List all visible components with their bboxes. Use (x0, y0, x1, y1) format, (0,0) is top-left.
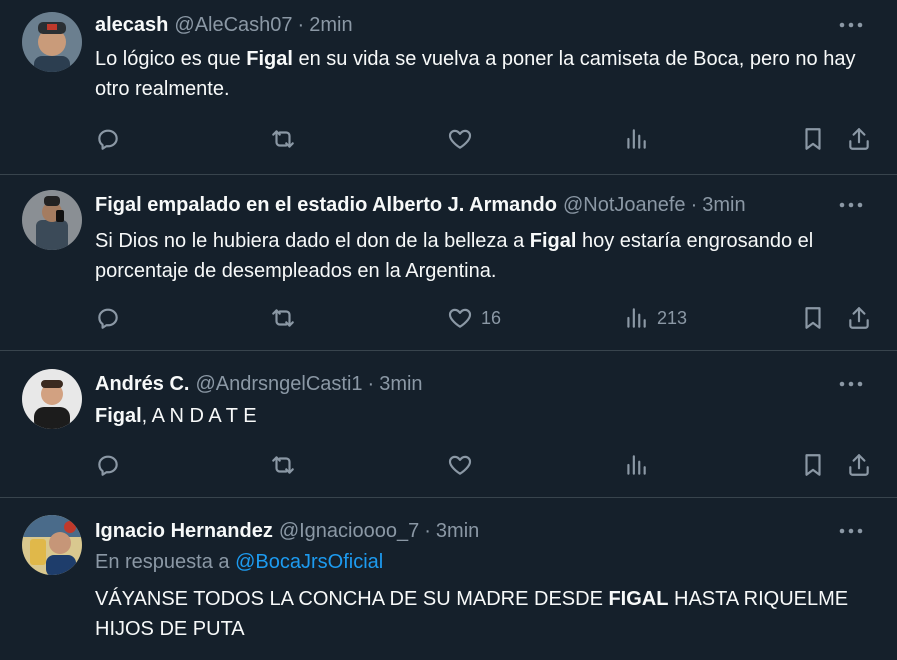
text-segment: Si Dios no le hubiera dado el don de la … (95, 230, 530, 252)
timestamp[interactable]: 3min (436, 518, 479, 544)
bookmark-icon (805, 128, 821, 150)
text-bold: FIGAL (608, 588, 669, 610)
more-options-button[interactable] (831, 371, 871, 397)
reply-to-link[interactable]: @BocaJrsOficial (235, 551, 383, 573)
user-handle[interactable]: @AndrsngelCasti1 (195, 371, 362, 397)
retweet-icon (272, 456, 294, 474)
text-segment: VÁYANSE TODOS LA CONCHA DE SU MADRE DESD… (95, 588, 609, 610)
like-button[interactable]: 16 (447, 305, 501, 331)
more-icon (839, 202, 863, 208)
more-icon (839, 22, 863, 28)
timestamp[interactable]: 2min (309, 12, 352, 38)
share-icon (849, 454, 869, 476)
analytics-icon (627, 129, 646, 149)
text-segment: Lo lógico es que (95, 48, 247, 70)
avatar[interactable] (22, 515, 82, 575)
tweet-header: alecash @AleCash07 · 2min (95, 12, 881, 38)
share-button[interactable] (846, 126, 872, 152)
tweet-header: Figal empalado en el estadio Alberto J. … (95, 192, 881, 218)
tweet[interactable]: alecash @AleCash07 · 2min Lo lógico es q… (0, 0, 897, 175)
tweet-actions (95, 450, 881, 480)
tweet[interactable]: Figal empalado en el estadio Alberto J. … (0, 175, 897, 351)
like-count: 16 (481, 307, 502, 328)
tweet-header: Ignacio Hernandez @Ignacioooo_7 · 3min (95, 518, 881, 544)
bookmark-button[interactable] (800, 305, 826, 331)
separator: · (690, 194, 698, 216)
reply-icon (98, 308, 118, 329)
text-bold: Figal (95, 405, 142, 427)
reply-context: En respuesta a @BocaJrsOficial (95, 548, 881, 576)
separator: · (424, 520, 431, 542)
bookmark-button[interactable] (800, 452, 826, 478)
like-button[interactable] (447, 452, 481, 478)
share-button[interactable] (846, 452, 872, 478)
tweet-text: Lo lógico es que Figal en su vida se vue… (95, 44, 881, 104)
tweet[interactable]: Ignacio Hernandez @Ignacioooo_7 · 3min E… (0, 498, 897, 660)
heart-icon (448, 129, 472, 149)
display-name[interactable]: Figal empalado en el estadio Alberto J. … (95, 192, 557, 218)
bookmark-icon (805, 307, 821, 329)
tweet-text: VÁYANSE TODOS LA CONCHA DE SU MADRE DESD… (95, 584, 881, 644)
more-options-button[interactable] (831, 12, 871, 38)
display-name[interactable]: Andrés C. (95, 371, 189, 397)
views-button[interactable] (623, 452, 657, 478)
bookmark-icon (805, 454, 821, 476)
heart-icon (448, 308, 472, 328)
reply-icon (98, 129, 118, 150)
reply-icon (98, 455, 118, 476)
share-icon (849, 128, 869, 150)
tweet-actions: 16 213 (95, 303, 881, 333)
timestamp[interactable]: 3min (379, 371, 422, 397)
user-handle[interactable]: @NotJoanefe (563, 192, 686, 218)
retweet-button[interactable] (270, 305, 296, 331)
views-button[interactable] (623, 126, 657, 152)
reply-button[interactable] (95, 305, 121, 331)
tweet-text: Si Dios no le hubiera dado el don de la … (95, 226, 881, 286)
retweet-icon (272, 309, 294, 327)
text-bold: Figal (246, 48, 293, 70)
more-icon (839, 528, 863, 534)
tweet-actions (95, 124, 881, 154)
avatar-image (22, 12, 82, 72)
avatar-image (22, 190, 82, 250)
display-name[interactable]: alecash (95, 12, 168, 38)
display-name[interactable]: Ignacio Hernandez (95, 518, 273, 544)
text-segment: , A N D A T E (141, 405, 257, 427)
avatar[interactable] (22, 190, 82, 250)
retweet-icon (272, 130, 294, 148)
tweet-text: Figal, A N D A T E (95, 401, 881, 431)
separator: · (367, 373, 375, 395)
views-button[interactable]: 213 (623, 305, 687, 331)
analytics-icon (627, 455, 646, 475)
text-bold: Figal (529, 230, 577, 252)
more-options-button[interactable] (831, 192, 871, 218)
retweet-button[interactable] (270, 452, 296, 478)
user-handle[interactable]: @Ignacioooo_7 (279, 518, 419, 544)
tweet-header: Andrés C. @AndrsngelCasti1 · 3min (95, 371, 881, 397)
avatar-image (22, 515, 82, 575)
avatar[interactable] (22, 369, 82, 429)
separator: · (297, 14, 305, 36)
avatar-image (22, 369, 82, 429)
timestamp[interactable]: 3min (702, 192, 745, 218)
share-button[interactable] (846, 305, 872, 331)
like-button[interactable] (447, 126, 481, 152)
reply-prefix: En respuesta a (95, 551, 236, 573)
user-handle[interactable]: @AleCash07 (174, 12, 292, 38)
reply-button[interactable] (95, 452, 121, 478)
tweet[interactable]: Andrés C. @AndrsngelCasti1 · 3min Figal,… (0, 351, 897, 498)
reply-button[interactable] (95, 126, 121, 152)
avatar[interactable] (22, 12, 82, 72)
heart-icon (448, 455, 472, 475)
retweet-button[interactable] (270, 126, 296, 152)
analytics-icon (627, 308, 646, 328)
more-icon (839, 381, 863, 387)
share-icon (849, 307, 869, 329)
bookmark-button[interactable] (800, 126, 826, 152)
view-count: 213 (657, 307, 688, 328)
more-options-button[interactable] (831, 518, 871, 544)
